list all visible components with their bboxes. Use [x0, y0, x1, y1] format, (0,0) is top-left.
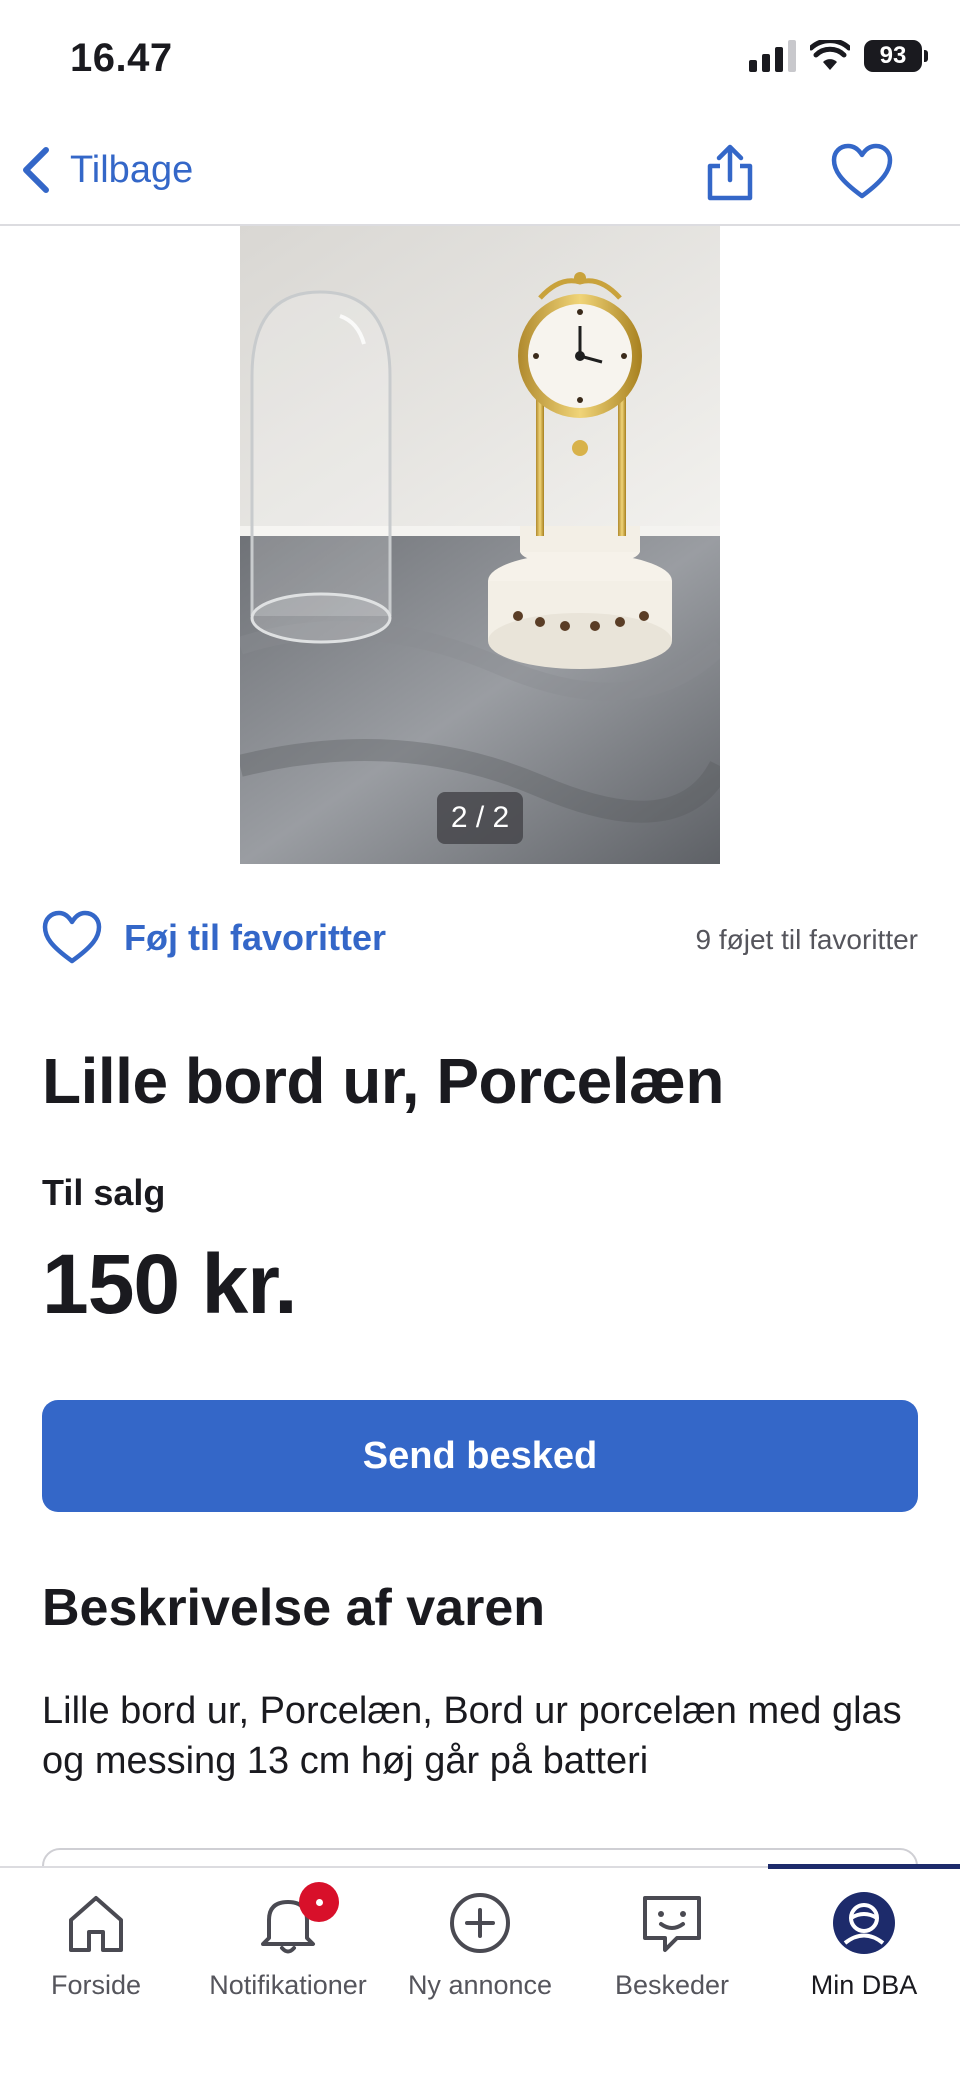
bottom-tab-bar: Forside Notifikationer Ny annonce Besked…: [0, 1864, 960, 2079]
listing-page: 16.47 93 Tilbage 2 / 2 Føj til favoritte…: [0, 0, 960, 2079]
status-icons: 93: [749, 40, 928, 72]
battery-indicator: 93: [864, 40, 928, 72]
tab-forside[interactable]: Forside: [0, 1868, 192, 2028]
tab-label: Min DBA: [810, 1970, 918, 2000]
wifi-icon: [810, 40, 850, 70]
add-to-favorites-button[interactable]: Føj til favoritter: [42, 910, 386, 966]
cellular-signal-icon: [749, 40, 796, 72]
tab-ny-annonce[interactable]: Ny annonce: [384, 1868, 576, 2028]
tab-label: Beskeder: [614, 1970, 730, 2000]
image-counter: 2 / 2: [437, 792, 523, 844]
image-gallery[interactable]: [240, 226, 720, 864]
favorite-button-header[interactable]: [830, 142, 898, 202]
tab-min-dba[interactable]: Min DBA: [768, 1868, 960, 2028]
status-time: 16.47: [70, 36, 173, 80]
share-icon: [707, 144, 753, 201]
chat-icon: [637, 1888, 707, 1958]
add-to-favorites-label: Føj til favoritter: [124, 917, 387, 958]
tab-notifikationer[interactable]: Notifikationer: [192, 1868, 384, 2028]
sale-type: Til salg: [42, 1172, 166, 1213]
notification-badge: [299, 1882, 339, 1922]
status-bar: 16.47 93: [0, 0, 960, 118]
tab-label: Notifikationer: [209, 1970, 367, 2000]
back-label: Tilbage: [70, 148, 194, 191]
home-icon: [61, 1888, 131, 1958]
description-heading: Beskrivelse af varen: [42, 1579, 546, 1637]
heart-icon: [831, 143, 893, 199]
tab-label: Forside: [50, 1970, 142, 2000]
plus-circle-icon: [445, 1888, 515, 1958]
listing-title: Lille bord ur, Porcelæn: [42, 1045, 724, 1117]
profile-icon: [829, 1888, 899, 1958]
bell-icon: [253, 1882, 339, 1958]
nav-bar: Tilbage: [0, 118, 960, 226]
tab-beskeder[interactable]: Beskeder: [576, 1868, 768, 2028]
price: 150 kr.: [42, 1237, 298, 1331]
favorites-count: 9 føjet til favoritter: [695, 924, 918, 955]
share-button[interactable]: [700, 142, 760, 202]
back-button[interactable]: Tilbage: [18, 140, 193, 200]
listing-photo: [240, 226, 720, 864]
favorites-row: Føj til favoritter 9 føjet til favoritte…: [42, 910, 918, 970]
heart-icon: [42, 910, 102, 964]
tab-label: Ny annonce: [407, 1970, 553, 2000]
description-text: Lille bord ur, Porcelæn, Bord ur porcelæ…: [42, 1690, 902, 1782]
chevron-left-icon: [23, 147, 49, 193]
send-message-button[interactable]: Send besked: [42, 1400, 918, 1512]
